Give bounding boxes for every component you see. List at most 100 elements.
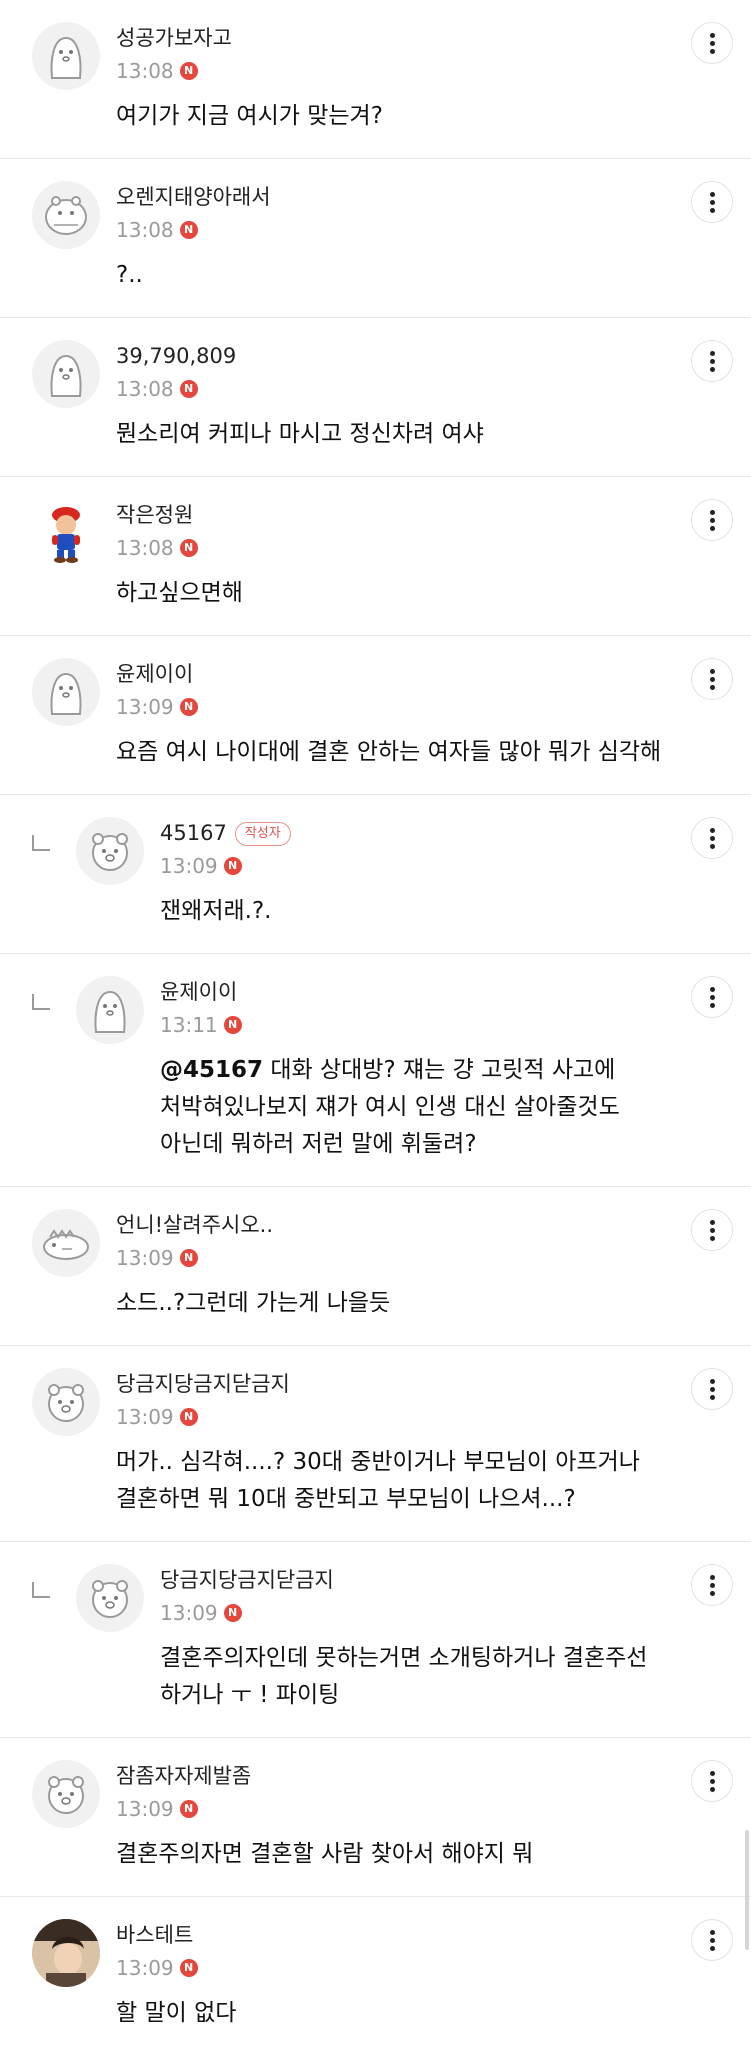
reply-arrow-icon [32, 835, 50, 851]
comment-meta: 13:11 N [160, 1012, 242, 1038]
comment-item: 39,790,809 13:08 N 뭔소리여 커피나 마시고 정신차려 여샤 [0, 318, 751, 477]
timestamp: 13:09 [160, 1601, 218, 1625]
reply-arrow-icon [32, 994, 50, 1010]
comment-text: 잰왜저래.?. [160, 893, 271, 930]
comment-text: 뭔소리여 커피나 마시고 정신차려 여샤 [116, 416, 484, 453]
comment-item: 잠좀자자제발좀 13:09 N 결혼주의자면 결혼할 사람 찾아서 해야지 뭐 [0, 1738, 751, 1897]
timestamp: 13:09 [116, 695, 174, 719]
comment-text: 결혼주의자면 결혼할 사람 찾아서 해야지 뭐 [116, 1836, 533, 1873]
more-options-button[interactable] [691, 499, 733, 541]
avatar[interactable] [32, 1919, 100, 1987]
more-dot-icon [709, 517, 715, 523]
comment-item: 언니!살려주시오.. 13:09 N 소드..?그런데 가는게 나을듯 [0, 1187, 751, 1346]
new-badge: N [179, 1408, 198, 1426]
reply-arrow-icon [32, 1582, 50, 1598]
avatar[interactable] [32, 658, 100, 726]
comment-text: 결혼주의자인데 못하는거면 소개팅하거나 결혼주선 하거나 ㅜ ! 파이팅 [160, 1640, 647, 1714]
timestamp: 13:09 [116, 1797, 174, 1821]
more-options-button[interactable] [691, 1209, 733, 1251]
comment-line: 결혼주의자인데 못하는거면 소개팅하거나 결혼주선 [160, 1645, 648, 1671]
nickname[interactable]: 작은정원 [116, 501, 193, 529]
reply-item: 45167 작성자 13:09 N 잰왜저래.?. [0, 795, 751, 954]
more-options-button[interactable] [691, 1368, 733, 1410]
timestamp: 13:09 [116, 1405, 174, 1429]
comment-item: 바스테트 13:09 N 할 말이 없다 [0, 1897, 751, 2056]
new-badge: N [179, 1800, 198, 1818]
avatar[interactable] [32, 181, 100, 249]
new-badge: N [179, 221, 198, 239]
nickname[interactable]: 윤제이이 [116, 660, 193, 688]
more-options-button[interactable] [691, 1760, 733, 1802]
timestamp: 13:08 [116, 536, 174, 560]
more-dot-icon [709, 684, 715, 690]
reply-item: 당금지당금지닫금지 13:09 N 결혼주의자인데 못하는거면 소개팅하거나 결혼… [0, 1542, 751, 1738]
more-dot-icon [709, 1786, 715, 1792]
nickname[interactable]: 바스테트 [116, 1921, 193, 1949]
more-dot-icon [709, 1778, 715, 1784]
reply-item: 윤제이이 13:11 N @45167 대화 상대방? 쟤는 걍 고릿적 사고에 … [0, 954, 751, 1187]
comment-line: 하거나 ㅜ ! 파이팅 [160, 1682, 340, 1708]
new-badge: N [179, 698, 198, 716]
avatar[interactable] [32, 1209, 100, 1277]
more-dot-icon [709, 350, 715, 356]
more-dot-icon [709, 1227, 715, 1233]
timestamp: 13:08 [116, 377, 174, 401]
comment-line: 머가.. 심각혀....? 30대 중반이거나 부모님이 아프거나 [116, 1449, 640, 1475]
more-options-button[interactable] [691, 22, 733, 64]
more-options-button[interactable] [691, 1564, 733, 1606]
more-dot-icon [709, 1945, 715, 1951]
more-dot-icon [709, 994, 715, 1000]
avatar[interactable] [32, 499, 100, 567]
more-options-button[interactable] [691, 181, 733, 223]
comment-text: 하고싶으면해 [116, 575, 243, 612]
comment-text: @45167 대화 상대방? 쟤는 걍 고릿적 사고에 처박혀있나보지 쟤가 여… [160, 1052, 620, 1163]
nickname[interactable]: 성공가보자고 [116, 24, 232, 52]
avatar[interactable] [76, 817, 144, 885]
author-badge: 작성자 [234, 822, 291, 846]
nickname[interactable]: 당금지당금지닫금지 [116, 1370, 290, 1398]
nickname[interactable]: 윤제이이 [160, 978, 237, 1006]
comment-meta: 13:09 N [116, 1955, 198, 1981]
timestamp: 13:09 [116, 1246, 174, 1270]
more-options-button[interactable] [691, 1919, 733, 1961]
nickname-text: 45167 [160, 821, 227, 845]
mario-avatar-icon [52, 507, 80, 563]
more-dot-icon [709, 668, 715, 674]
nickname[interactable]: 잠좀자자제발좀 [116, 1762, 251, 1790]
more-options-button[interactable] [691, 340, 733, 382]
new-badge: N [179, 539, 198, 557]
comment-line: 요즘 여시 나이대에 결혼 안하는 여자들 많아 뭐가 심각해 [116, 739, 662, 765]
more-options-button[interactable] [691, 976, 733, 1018]
nickname[interactable]: 39,790,809 [116, 342, 236, 370]
comment-text: 요즘 여시 나이대에 결혼 안하는 여자들 많아 뭐가 심각해 [116, 734, 661, 771]
avatar[interactable] [76, 1564, 144, 1632]
nickname[interactable]: 오렌지태양아래서 [116, 183, 271, 211]
nickname[interactable]: 당금지당금지닫금지 [160, 1566, 334, 1594]
more-dot-icon [709, 525, 715, 531]
comment-text: 소드..?그런데 가는게 나을듯 [116, 1285, 390, 1322]
comment-item: 오렌지태양아래서 13:08 N ?.. [0, 159, 751, 318]
avatar[interactable] [32, 1368, 100, 1436]
new-badge: N [223, 857, 242, 875]
more-dot-icon [709, 366, 715, 372]
more-options-button[interactable] [691, 658, 733, 700]
avatar[interactable] [76, 976, 144, 1044]
comment-text: 머가.. 심각혀....? 30대 중반이거나 부모님이 아프거나 결혼하면 뭐… [116, 1444, 640, 1518]
comment-meta: 13:09 N [116, 1404, 198, 1430]
more-options-button[interactable] [691, 817, 733, 859]
timestamp: 13:08 [116, 59, 174, 83]
nickname[interactable]: 45167 작성자 [160, 819, 291, 847]
avatar[interactable] [32, 340, 100, 408]
bear-avatar-icon [92, 833, 128, 871]
avatar[interactable] [32, 1760, 100, 1828]
more-dot-icon [709, 1386, 715, 1392]
mention-link[interactable]: @45167 [160, 1057, 263, 1083]
hippo-avatar-icon [45, 196, 87, 235]
comment-line: 처박혀있나보지 쟤가 여시 인생 대신 살아줄것도 [160, 1094, 620, 1120]
comment-line: 할 말이 없다 [116, 2000, 237, 2026]
photo-avatar-icon [32, 1919, 100, 1987]
avatar[interactable] [32, 22, 100, 90]
nickname[interactable]: 언니!살려주시오.. [116, 1211, 273, 1239]
scrollbar[interactable] [745, 1830, 749, 1950]
more-dot-icon [709, 48, 715, 54]
